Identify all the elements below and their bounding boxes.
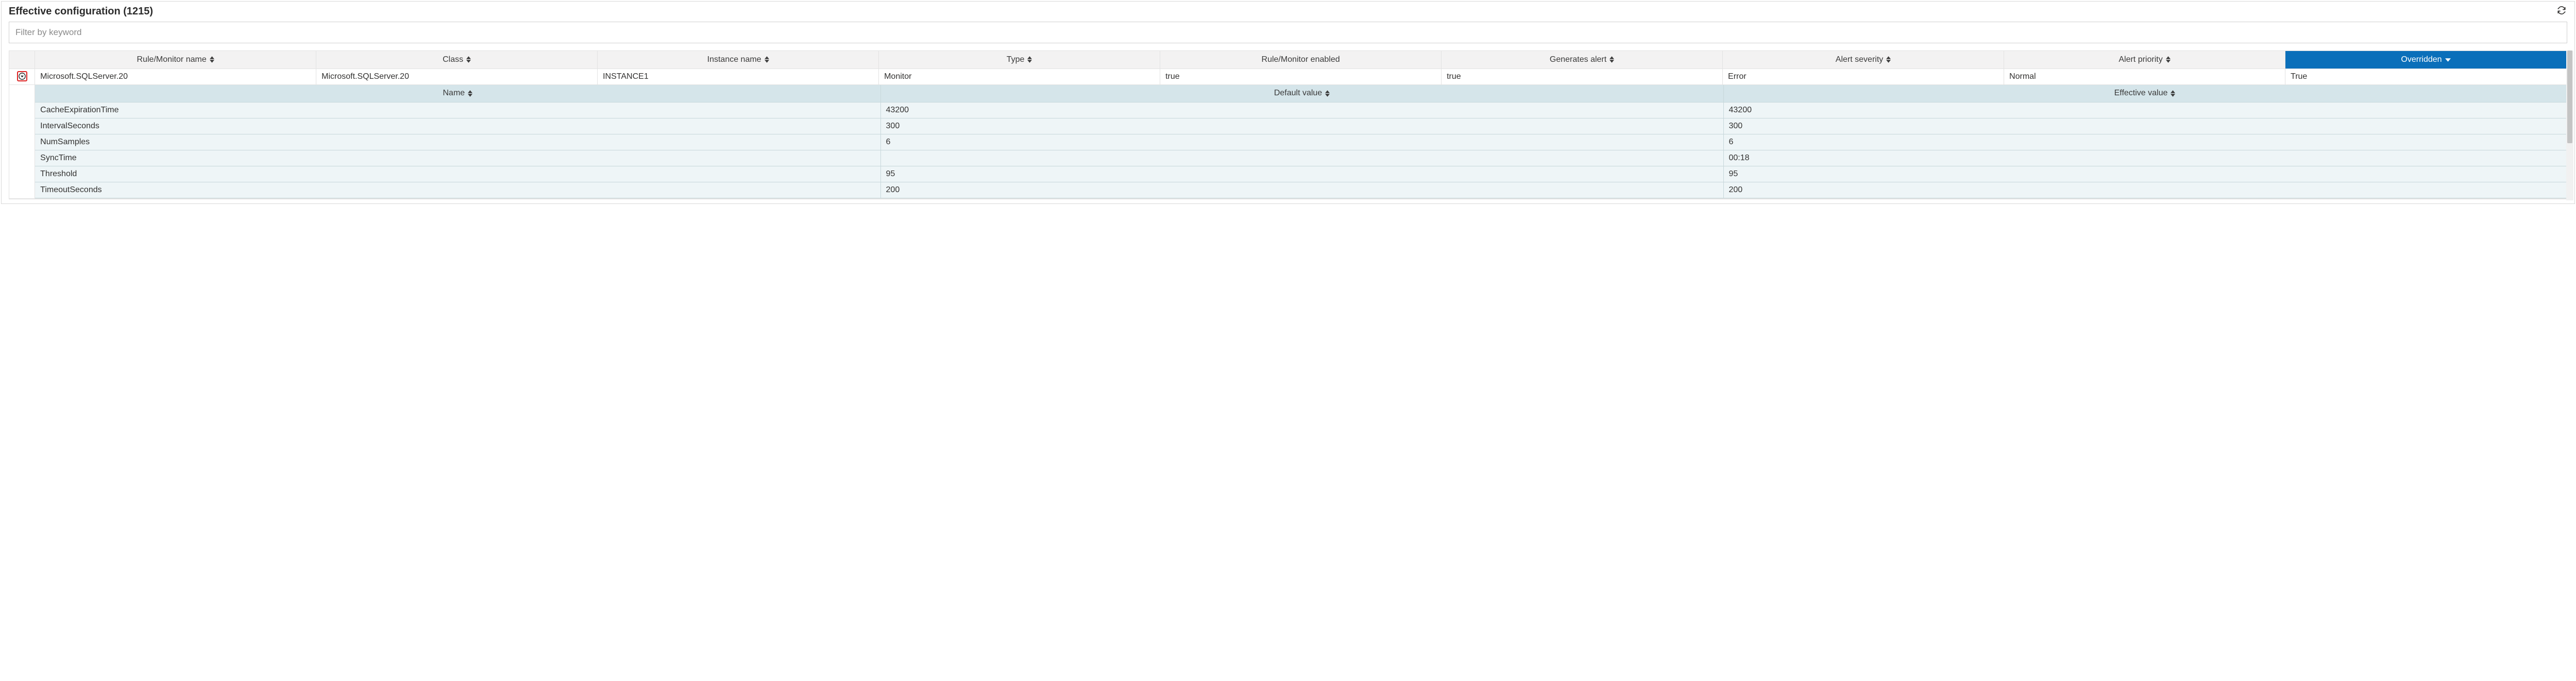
detail-name: NumSamples — [35, 134, 880, 150]
detail-effective: 6 — [1723, 134, 2566, 150]
panel-body: Rule/Monitor name Class — [2, 22, 2574, 203]
col-alert-priority[interactable]: Alert priority — [2004, 51, 2285, 69]
table-row[interactable]: Microsoft.SQLServer.20 Microsoft.SQLServ… — [9, 69, 2567, 84]
cell-class: Microsoft.SQLServer.20 — [316, 69, 598, 84]
detail-effective: 300 — [1723, 118, 2566, 134]
cell-alert-priority: Normal — [2004, 69, 2285, 84]
col-enabled[interactable]: Rule/Monitor enabled — [1160, 51, 1442, 69]
sort-icon — [765, 56, 769, 63]
col-label: Type — [1007, 55, 1025, 64]
panel-title: Effective configuration (1215) — [9, 6, 153, 18]
sort-icon — [1886, 56, 1891, 63]
detail-item: CacheExpirationTime 43200 43200 — [35, 103, 2566, 118]
col-label: Rule/Monitor name — [137, 55, 207, 64]
cell-enabled: true — [1160, 69, 1442, 84]
detail-default — [880, 150, 1723, 166]
detail-effective: 00:18 — [1723, 150, 2566, 166]
effective-configuration-panel: Effective configuration (1215) — [1, 1, 2575, 204]
detail-effective: 95 — [1723, 166, 2566, 182]
sort-desc-icon — [2445, 55, 2451, 64]
panel-title-count: 1215 — [127, 6, 150, 17]
detail-default: 200 — [880, 182, 1723, 198]
chevron-down-circle-icon — [19, 73, 26, 80]
detail-item: TimeoutSeconds 200 200 — [35, 182, 2566, 198]
col-alert-severity[interactable]: Alert severity — [1723, 51, 2004, 69]
panel-header: Effective configuration (1215) — [2, 2, 2574, 22]
detail-header-row: Name — [35, 85, 2566, 103]
sort-icon — [2171, 90, 2175, 97]
col-rule-monitor-name[interactable]: Rule/Monitor name — [35, 51, 316, 69]
sort-icon — [468, 90, 472, 97]
col-type[interactable]: Type — [879, 51, 1160, 69]
detail-effective: 43200 — [1723, 103, 2566, 118]
filter-input[interactable] — [9, 22, 2567, 43]
refresh-icon — [2557, 6, 2566, 18]
expand-toggle[interactable] — [17, 71, 27, 81]
col-label: Overridden — [2401, 55, 2442, 64]
col-overridden[interactable]: Overridden — [2285, 51, 2567, 69]
col-label: Effective value — [2114, 89, 2168, 98]
col-label: Instance name — [707, 55, 761, 64]
col-label: Default value — [1274, 89, 1322, 98]
col-label: Class — [443, 55, 463, 64]
col-expand-header — [9, 51, 35, 69]
grid: Rule/Monitor name Class — [9, 50, 2567, 199]
detail-name: SyncTime — [35, 150, 880, 166]
col-label: Generates alert — [1550, 55, 1606, 64]
col-label: Rule/Monitor enabled — [1262, 55, 1340, 64]
refresh-button[interactable] — [2556, 6, 2567, 18]
detail-effective: 200 — [1723, 182, 2566, 198]
detail-col-name[interactable]: Name — [35, 85, 880, 103]
detail-col-effective[interactable]: Effective value — [1723, 85, 2566, 103]
cell-generates-alert: true — [1442, 69, 1723, 84]
detail-item: SyncTime 00:18 — [35, 150, 2566, 166]
sort-icon — [2166, 56, 2171, 63]
col-label: Alert severity — [1836, 55, 1883, 64]
grid-header-row: Rule/Monitor name Class — [9, 51, 2567, 69]
sort-icon — [1609, 56, 1614, 63]
cell-rule-monitor-name: Microsoft.SQLServer.20 — [35, 69, 316, 84]
sort-icon — [1027, 56, 1032, 63]
scrollbar-thumb[interactable] — [2567, 50, 2572, 143]
cell-instance-name: INSTANCE1 — [598, 69, 879, 84]
detail-name: IntervalSeconds — [35, 118, 880, 134]
cell-alert-severity: Error — [1723, 69, 2004, 84]
col-generates-alert[interactable]: Generates alert — [1442, 51, 1723, 69]
panel-title-text: Effective configuration — [9, 6, 121, 17]
detail-default: 43200 — [880, 103, 1723, 118]
col-instance-name[interactable]: Instance name — [598, 51, 879, 69]
detail-name: CacheExpirationTime — [35, 103, 880, 118]
detail-table: Name — [35, 85, 2566, 199]
detail-item: NumSamples 6 6 — [35, 134, 2566, 150]
cell-overridden: True — [2285, 69, 2567, 84]
detail-item: IntervalSeconds 300 300 — [35, 118, 2566, 134]
detail-default: 300 — [880, 118, 1723, 134]
detail-name: TimeoutSeconds — [35, 182, 880, 198]
sort-icon — [210, 56, 214, 63]
cell-type: Monitor — [879, 69, 1160, 84]
sort-icon — [1325, 90, 1330, 97]
col-label: Alert priority — [2119, 55, 2162, 64]
sort-icon — [466, 56, 471, 63]
detail-item: Threshold 95 95 — [35, 166, 2566, 182]
detail-default: 6 — [880, 134, 1723, 150]
detail-row: Name — [9, 84, 2567, 199]
vertical-scrollbar[interactable] — [2566, 50, 2573, 200]
detail-col-default[interactable]: Default value — [880, 85, 1723, 103]
col-class[interactable]: Class — [316, 51, 598, 69]
detail-default: 95 — [880, 166, 1723, 182]
col-label: Name — [443, 89, 465, 98]
detail-name: Threshold — [35, 166, 880, 182]
